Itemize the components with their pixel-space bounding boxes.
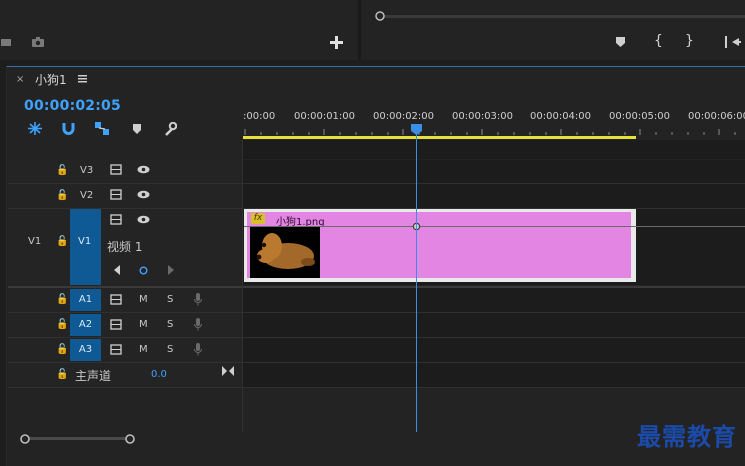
microphone-icon[interactable] <box>194 318 202 331</box>
microphone-icon[interactable] <box>194 343 202 356</box>
mute-button[interactable]: M <box>139 319 148 330</box>
eye-icon[interactable] <box>137 165 150 174</box>
track-lane-v2[interactable] <box>243 184 745 208</box>
add-keyframe-icon[interactable] <box>139 266 148 275</box>
track-target-a3[interactable]: A3 <box>70 339 101 361</box>
ruler-label: 00:00:02:00 <box>373 111 435 122</box>
lock-icon[interactable]: 🔓 <box>56 319 68 330</box>
track-target-a2[interactable]: A2 <box>70 314 101 336</box>
video-clip[interactable]: fx 小狗1.png <box>244 209 636 282</box>
track-lane-a3[interactable] <box>243 338 745 362</box>
sync-lock-icon[interactable] <box>110 164 122 175</box>
add-button-icon[interactable] <box>330 36 343 49</box>
playhead-timecode[interactable]: 00:00:02:05 <box>24 98 121 114</box>
clip-body: fx 小狗1.png <box>247 212 631 278</box>
previous-keyframe-icon[interactable] <box>114 265 121 275</box>
work-area-bar[interactable] <box>243 136 636 139</box>
track-name: V1 <box>78 236 92 247</box>
scrubber-handle-icon[interactable] <box>375 11 385 21</box>
master-volume-value[interactable]: 0.0 <box>151 369 167 380</box>
nest-sequence-icon[interactable] <box>28 122 42 135</box>
ruler-ticks <box>244 129 736 135</box>
track-target-a1[interactable]: A1 <box>70 289 101 311</box>
sync-lock-icon[interactable] <box>110 319 122 330</box>
go-to-in-icon[interactable] <box>725 36 741 48</box>
marker-icon[interactable] <box>615 36 626 48</box>
lock-icon[interactable]: 🔓 <box>56 236 68 247</box>
mark-in-icon[interactable]: { <box>654 33 663 49</box>
master-label: 主声道 <box>75 369 112 383</box>
track-header-a3: 🔓 A3 M S <box>8 338 242 362</box>
go-to-out-icon[interactable] <box>222 366 234 376</box>
divider <box>8 387 745 388</box>
track-header-v3: 🔓 V3 <box>8 160 242 183</box>
program-monitor-controls: { } <box>361 0 745 60</box>
sequence-tab[interactable]: 小狗1 <box>35 71 67 88</box>
playhead-line[interactable] <box>416 127 417 432</box>
lock-icon[interactable]: 🔓 <box>56 190 68 201</box>
dog-thumbnail-icon <box>256 233 315 269</box>
ruler-label: 00:00:06:00 <box>688 111 745 122</box>
next-keyframe-icon[interactable] <box>168 265 175 275</box>
track-header-v1: V1 🔓 V1 视频 1 <box>8 209 242 285</box>
header-lane-separator <box>242 140 243 432</box>
timeline-settings-wrench-icon[interactable] <box>163 122 177 136</box>
sync-lock-icon[interactable] <box>110 344 122 355</box>
solo-button[interactable]: S <box>167 344 173 355</box>
track-lane-master[interactable] <box>243 363 745 387</box>
track-header-v2: 🔓 V2 <box>8 184 242 208</box>
eye-icon[interactable] <box>137 190 150 199</box>
lock-icon[interactable]: 🔓 <box>56 165 68 176</box>
export-frame-icon[interactable] <box>0 36 12 48</box>
close-tab-icon[interactable]: × <box>16 74 24 85</box>
ruler-label: 00:00:04:00 <box>530 111 592 122</box>
time-ruler[interactable]: :00:00 00:00:01:00 00:00:02:00 00:00:03:… <box>243 104 745 140</box>
playback-scrubber[interactable] <box>377 15 745 18</box>
track-header-master: 🔓 主声道 0.0 <box>8 363 242 387</box>
microphone-icon[interactable] <box>194 293 202 306</box>
ruler-label: 00:00:01:00 <box>294 111 356 122</box>
clip-thumbnail <box>250 226 320 278</box>
lane-top-space <box>243 140 745 159</box>
panel-menu-icon[interactable] <box>78 75 87 83</box>
track-lane-a1[interactable] <box>243 288 745 312</box>
eye-icon[interactable] <box>137 215 150 224</box>
add-marker-icon[interactable] <box>132 123 142 135</box>
linked-selection-icon[interactable] <box>95 122 109 135</box>
track-header-a1: 🔓 A1 M S <box>8 288 242 312</box>
mute-button[interactable]: M <box>139 344 148 355</box>
snap-icon[interactable] <box>62 122 75 135</box>
solo-button[interactable]: S <box>167 319 173 330</box>
track-name: V3 <box>80 165 94 176</box>
zoom-scrollbar[interactable] <box>25 437 130 440</box>
sync-lock-icon[interactable] <box>110 189 122 200</box>
lock-icon[interactable]: 🔓 <box>56 294 68 305</box>
track-lane-v3[interactable] <box>243 160 745 183</box>
zoom-handle-right-icon[interactable] <box>125 434 135 444</box>
track-target-v1[interactable]: V1 <box>70 209 101 285</box>
source-patch[interactable]: V1 <box>28 236 41 247</box>
ruler-label: 00:00:03:00 <box>452 111 514 122</box>
sync-lock-icon[interactable] <box>110 294 122 305</box>
mute-button[interactable]: M <box>139 294 148 305</box>
solo-button[interactable]: S <box>167 294 173 305</box>
opacity-rubber-band[interactable] <box>244 226 745 227</box>
zoom-handle-left-icon[interactable] <box>20 434 30 444</box>
lock-icon[interactable]: 🔓 <box>56 344 68 355</box>
track-label: 视频 1 <box>107 240 143 254</box>
track-name: V2 <box>80 190 94 201</box>
watermark: 最需教育 <box>637 422 737 451</box>
camera-icon[interactable] <box>31 36 45 48</box>
track-header-a2: 🔓 A2 M S <box>8 313 242 337</box>
track-lane-a2[interactable] <box>243 313 745 337</box>
lock-icon[interactable]: 🔓 <box>56 369 68 380</box>
mark-out-icon[interactable]: } <box>685 33 694 49</box>
top-left-panel <box>0 0 358 60</box>
ruler-label: :00:00 <box>243 111 276 122</box>
fx-badge[interactable]: fx <box>251 213 265 224</box>
ruler-label: 00:00:05:00 <box>609 111 671 122</box>
sync-lock-icon[interactable] <box>110 214 122 225</box>
